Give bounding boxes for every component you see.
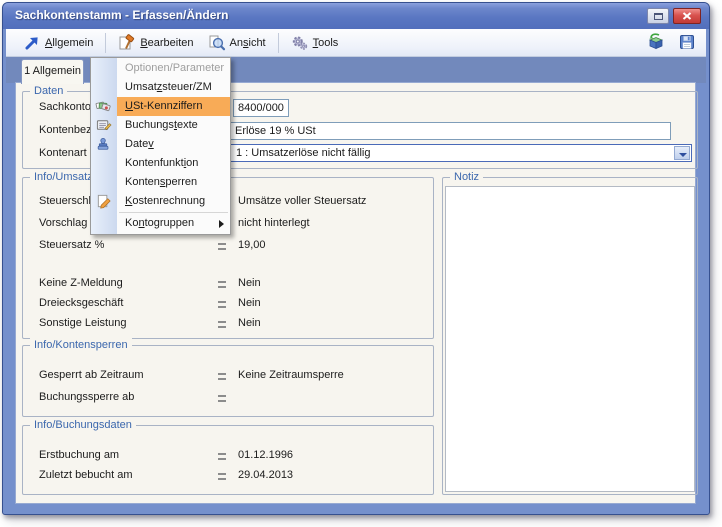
- note-pencil-icon: [95, 117, 113, 134]
- sachkonto-input[interactable]: [233, 99, 289, 117]
- equals-icon: [218, 473, 226, 480]
- menu-item-buchungstexte[interactable]: Buchungstexte: [91, 116, 230, 135]
- kontenart-combobox[interactable]: 1 : Umsatzerlöse nicht fällig: [230, 144, 692, 162]
- group-notiz: Notiz: [442, 177, 698, 495]
- row-label: Zuletzt bebucht am: [39, 469, 133, 481]
- equals-icon: [218, 301, 226, 308]
- menu-item-label: Kontogruppen: [125, 217, 194, 229]
- row-value: 29.04.2013: [238, 469, 293, 481]
- toolbar-item-label: Bearbeiten: [140, 37, 193, 49]
- menu-item-kontensperren[interactable]: Kontensperren: [91, 173, 230, 192]
- group-label: Info/Buchungsdaten: [30, 418, 136, 432]
- menu-item-label: Optionen/Parameter: [125, 62, 224, 74]
- row-label: Keine Z-Meldung: [39, 277, 123, 289]
- cube-arrow-icon[interactable]: [647, 33, 665, 51]
- toolbar-item-label: Allgemein: [45, 37, 93, 49]
- menu-item-label: Kontenfunktion: [125, 157, 198, 169]
- row-label: Dreiecksgeschäft: [39, 297, 123, 309]
- menu-item-label: Kostenrechnung: [125, 195, 205, 207]
- row-value: nicht hinterlegt: [238, 217, 310, 229]
- titlebar[interactable]: Sachkontenstamm - Erfassen/Ändern: [3, 3, 709, 29]
- kontenbezeichnung-input[interactable]: [230, 122, 671, 140]
- menu-item-label: Umsatzsteuer/ZM: [125, 81, 212, 93]
- toolbar-item-tools[interactable]: Tools: [284, 32, 346, 54]
- group-info-buchungsdaten: Info/Buchungsdaten Erstbuchung am 01.12.…: [22, 425, 434, 495]
- equals-icon: [218, 243, 226, 250]
- toolbar-item-label: Ansicht: [230, 37, 266, 49]
- group-label: Notiz: [450, 170, 483, 184]
- row-label: Erstbuchung am: [39, 449, 119, 461]
- menu-item-label: Buchungstexte: [125, 119, 198, 131]
- magnifier-icon: [208, 34, 226, 52]
- row-value: Nein: [238, 277, 261, 289]
- restore-button[interactable]: [647, 8, 669, 24]
- menu-item-kontenfunktion[interactable]: Kontenfunktion: [91, 154, 230, 173]
- row-label: Gesperrt ab Zeitraum: [39, 369, 144, 381]
- row-value: 19,00: [238, 239, 266, 251]
- document-pencil-icon: [95, 193, 113, 210]
- toolbar-item-allgemein[interactable]: Allgemein: [16, 32, 100, 54]
- restore-icon: [654, 13, 663, 20]
- row-label: Sonstige Leistung: [39, 317, 126, 329]
- row-value: 01.12.1996: [238, 449, 293, 461]
- toolbar-separator: [105, 33, 106, 53]
- row-label: Buchungssperre ab: [39, 391, 134, 403]
- toolbar: Allgemein Bearbeiten Ansicht: [6, 29, 706, 57]
- menu-item-optionen-parameter[interactable]: Optionen/Parameter: [91, 59, 230, 78]
- submenu-arrow-icon: [219, 220, 224, 228]
- menu-item-kontogruppen[interactable]: Kontogruppen: [91, 214, 230, 233]
- toolbar-item-bearbeiten[interactable]: Bearbeiten: [111, 32, 200, 54]
- stamp-icon: [95, 136, 113, 153]
- cards-icon: [95, 98, 113, 115]
- row-value: Keine Zeitraumsperre: [238, 369, 344, 381]
- group-label: Info/Kontensperren: [30, 338, 132, 352]
- row-value: Umsätze voller Steuersatz: [238, 195, 366, 207]
- kontenart-value: 1 : Umsatzerlöse nicht fällig: [236, 147, 371, 159]
- close-icon: [682, 12, 692, 20]
- menu-item-datev[interactable]: Datev: [91, 135, 230, 154]
- hammer-document-icon: [118, 34, 136, 52]
- equals-icon: [218, 373, 226, 380]
- tab-allgemein[interactable]: 1 Allgemein: [21, 59, 84, 84]
- field-label-kontenart: Kontenart: [39, 147, 87, 159]
- row-value: Nein: [238, 297, 261, 309]
- menu-item-ust-kennziffern[interactable]: USt-Kennziffern: [91, 97, 230, 116]
- bearbeiten-menu: Optionen/Parameter Umsatzsteuer/ZM USt-K…: [90, 57, 231, 235]
- window-title: Sachkontenstamm - Erfassen/Ändern: [15, 8, 228, 22]
- chevron-down-icon[interactable]: [674, 146, 690, 160]
- gears-icon: [291, 34, 309, 52]
- close-button[interactable]: [673, 8, 701, 24]
- row-value: Nein: [238, 317, 261, 329]
- menu-item-umsatzsteuer-zm[interactable]: Umsatzsteuer/ZM: [91, 78, 230, 97]
- equals-icon: [218, 281, 226, 288]
- menu-item-label: Kontensperren: [125, 176, 197, 188]
- toolbar-item-label: Tools: [313, 37, 339, 49]
- notiz-textarea[interactable]: [445, 186, 695, 492]
- group-info-kontensperren: Info/Kontensperren Gesperrt ab Zeitraum …: [22, 345, 434, 417]
- equals-icon: [218, 321, 226, 328]
- menu-item-label: Datev: [125, 138, 154, 150]
- row-label: Steuersatz %: [39, 239, 104, 251]
- equals-icon: [218, 395, 226, 402]
- field-label-sachkonto: Sachkonto: [39, 101, 91, 113]
- arrow-up-right-icon: [23, 34, 41, 52]
- equals-icon: [218, 453, 226, 460]
- toolbar-separator: [278, 33, 279, 53]
- group-label: Daten: [30, 84, 67, 98]
- toolbar-item-ansicht[interactable]: Ansicht: [201, 32, 273, 54]
- menu-item-label: USt-Kennziffern: [125, 100, 202, 112]
- menu-item-kostenrechnung[interactable]: Kostenrechnung: [91, 192, 230, 211]
- save-disk-icon[interactable]: [678, 33, 696, 51]
